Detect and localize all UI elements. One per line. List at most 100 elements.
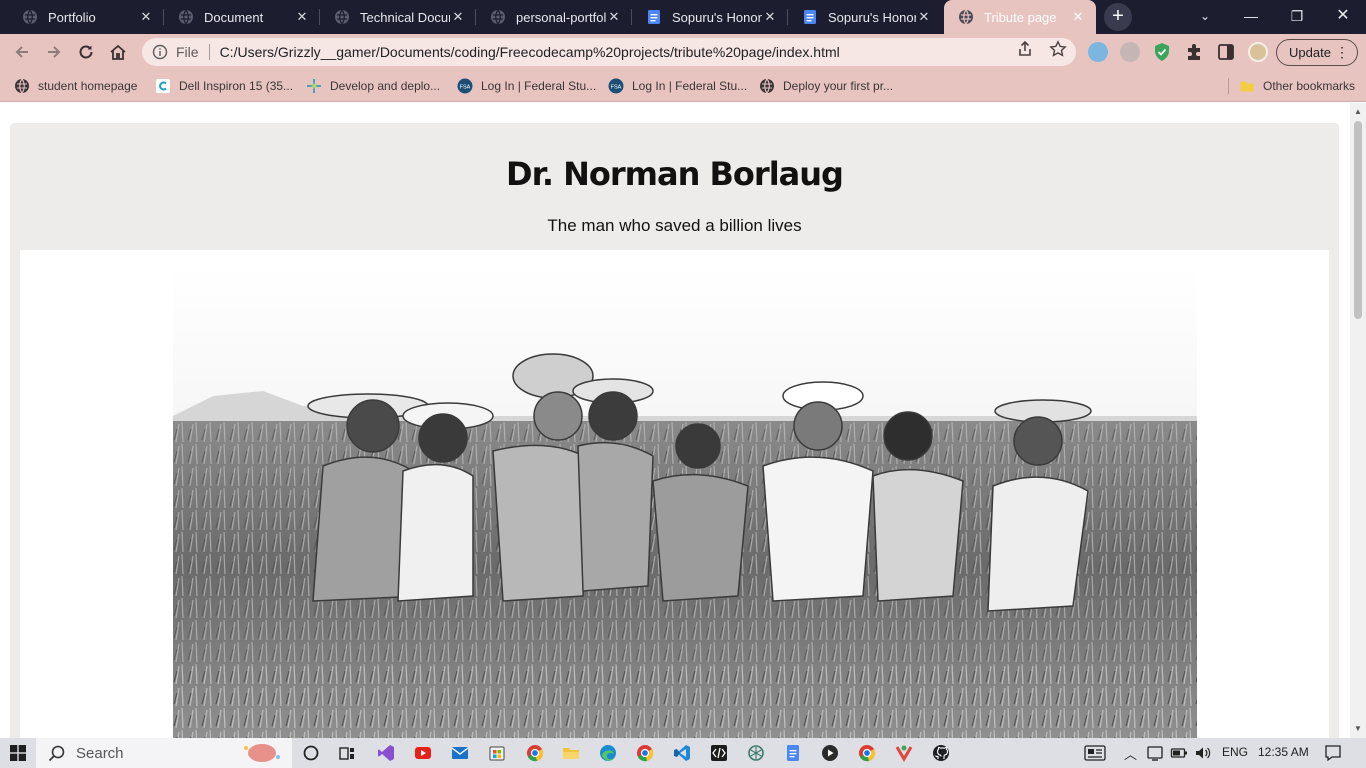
arrow-right-icon (48, 46, 61, 58)
extension-icon[interactable] (1120, 42, 1140, 62)
fsa-icon: FSA (457, 78, 473, 94)
update-button[interactable]: Update ⋮ (1276, 39, 1358, 66)
file-explorer-icon[interactable] (562, 744, 580, 762)
store-icon[interactable] (488, 744, 506, 762)
google-docs-icon (648, 10, 660, 24)
share-icon[interactable] (1016, 40, 1034, 58)
network-icon[interactable] (1146, 744, 1164, 762)
chevron-up-icon[interactable]: ︿ (1124, 744, 1137, 763)
news-widget-icon[interactable] (1084, 744, 1106, 762)
svg-text:FSA: FSA (460, 85, 471, 91)
page-title: Dr. Norman Borlaug (506, 155, 844, 193)
star-icon[interactable] (1049, 40, 1067, 58)
tab-sopuru-honors-2[interactable]: Sopuru's Honors ✕ (788, 0, 942, 34)
chrome-icon[interactable] (636, 744, 654, 762)
bookmark-item[interactable]: Deploy your first pr... (759, 76, 893, 96)
tab-title: personal-portfolio (516, 9, 606, 25)
reload-button[interactable] (74, 40, 98, 64)
shield-icon[interactable] (1152, 42, 1172, 62)
side-panel-icon[interactable] (1216, 42, 1236, 62)
close-icon[interactable]: ✕ (450, 9, 466, 25)
scrollbar-thumb[interactable] (1354, 121, 1362, 319)
clock[interactable]: 12:35 AM (1258, 745, 1309, 759)
cortana-icon[interactable] (302, 744, 320, 762)
url-text[interactable]: C:/Users/Grizzly__gamer/Documents/coding… (220, 44, 840, 60)
scheme-label: File (176, 44, 199, 60)
globe-icon (491, 9, 505, 25)
chrome-icon[interactable] (858, 744, 876, 762)
minimize-button[interactable]: — (1228, 0, 1274, 34)
back-button[interactable] (10, 40, 34, 64)
scroll-up-icon[interactable]: ▲ (1350, 105, 1366, 119)
forward-button[interactable] (42, 40, 66, 64)
figma-icon[interactable] (895, 744, 913, 762)
restore-button[interactable]: ❐ (1274, 0, 1320, 34)
code-app-icon[interactable] (710, 744, 728, 762)
page-scrollbar[interactable]: ▲ ▼ (1350, 103, 1366, 738)
brain-icon (244, 744, 280, 762)
puzzle-icon[interactable] (1184, 42, 1204, 62)
globe-icon (179, 9, 193, 25)
page-subtitle: The man who saved a billion lives (547, 216, 802, 235)
bookmark-item[interactable]: Dell Inspiron 15 (35... (155, 76, 293, 96)
close-window-button[interactable]: ✕ (1320, 0, 1366, 34)
mail-icon[interactable] (451, 744, 469, 762)
tab-search-icon[interactable]: ⌄ (1182, 0, 1228, 34)
arrow-left-icon (15, 46, 28, 58)
address-bar[interactable]: File C:/Users/Grizzly__gamer/Documents/c… (142, 38, 1076, 66)
media-player-icon[interactable] (821, 744, 839, 762)
update-label: Update (1289, 45, 1331, 60)
vscode-icon[interactable] (673, 744, 691, 762)
tab-technical-documentation[interactable]: Technical Documen ✕ (320, 0, 476, 34)
globe-icon (15, 78, 29, 94)
tab-personal-portfolio[interactable]: personal-portfolio ✕ (476, 0, 632, 34)
chatgpt-icon[interactable] (747, 744, 765, 762)
home-button[interactable] (106, 40, 130, 64)
close-icon[interactable]: ✕ (138, 9, 154, 25)
divider (1228, 78, 1229, 94)
language-indicator[interactable]: ENG (1222, 745, 1248, 759)
github-icon[interactable] (932, 744, 950, 762)
close-icon[interactable]: ✕ (606, 9, 622, 25)
svg-text:FSA: FSA (611, 85, 622, 91)
tab-strip: Portfolio ✕ Document ✕ Technical Documen… (0, 0, 1366, 34)
windows-start-icon[interactable] (10, 745, 26, 761)
tab-title: Sopuru's Honors (828, 9, 916, 25)
tab-title: Document (204, 9, 264, 25)
home-icon (110, 44, 126, 60)
close-icon[interactable]: ✕ (916, 9, 932, 25)
chrome-icon[interactable] (526, 744, 544, 762)
scroll-down-icon[interactable]: ▼ (1350, 722, 1366, 736)
bookmark-item[interactable]: Develop and deplo... (306, 76, 440, 96)
bookmark-item[interactable]: FSA Log In | Federal Stu... (608, 76, 747, 96)
bookmark-label: Log In | Federal Stu... (481, 79, 597, 93)
bookmark-item[interactable]: FSA Log In | Federal Stu... (457, 76, 596, 96)
extension-icon[interactable] (1088, 42, 1108, 62)
close-icon[interactable]: ✕ (762, 9, 778, 25)
other-bookmarks[interactable]: Other bookmarks (1239, 76, 1355, 96)
taskbar-search[interactable]: Search (36, 738, 292, 768)
tab-sopuru-honors-1[interactable]: Sopuru's Honors ✕ (632, 0, 788, 34)
close-icon[interactable]: ✕ (1070, 9, 1086, 25)
volume-icon[interactable] (1194, 744, 1212, 762)
battery-icon[interactable] (1170, 744, 1188, 762)
bookmark-item[interactable]: student homepage (14, 76, 137, 96)
globe-icon (959, 9, 973, 25)
avatar[interactable] (1248, 42, 1268, 62)
google-docs-icon[interactable] (784, 744, 802, 762)
bookmark-label: Dell Inspiron 15 (35... (179, 79, 294, 93)
tab-portfolio[interactable]: Portfolio ✕ (8, 0, 164, 34)
task-view-icon[interactable] (338, 744, 356, 762)
info-icon[interactable] (152, 44, 168, 60)
tab-tribute-page[interactable]: Tribute page ✕ (944, 0, 1096, 34)
globe-icon (23, 9, 37, 25)
notification-icon[interactable] (1324, 744, 1342, 762)
new-tab-button[interactable]: + (1104, 3, 1132, 31)
fsa-icon: FSA (608, 78, 624, 94)
edge-icon[interactable] (599, 744, 617, 762)
close-icon[interactable]: ✕ (294, 9, 310, 25)
tab-document[interactable]: Document ✕ (164, 0, 320, 34)
youtube-icon[interactable] (414, 744, 432, 762)
menu-icon[interactable]: ⋮ (1335, 44, 1349, 60)
visual-studio-icon[interactable] (377, 744, 395, 762)
